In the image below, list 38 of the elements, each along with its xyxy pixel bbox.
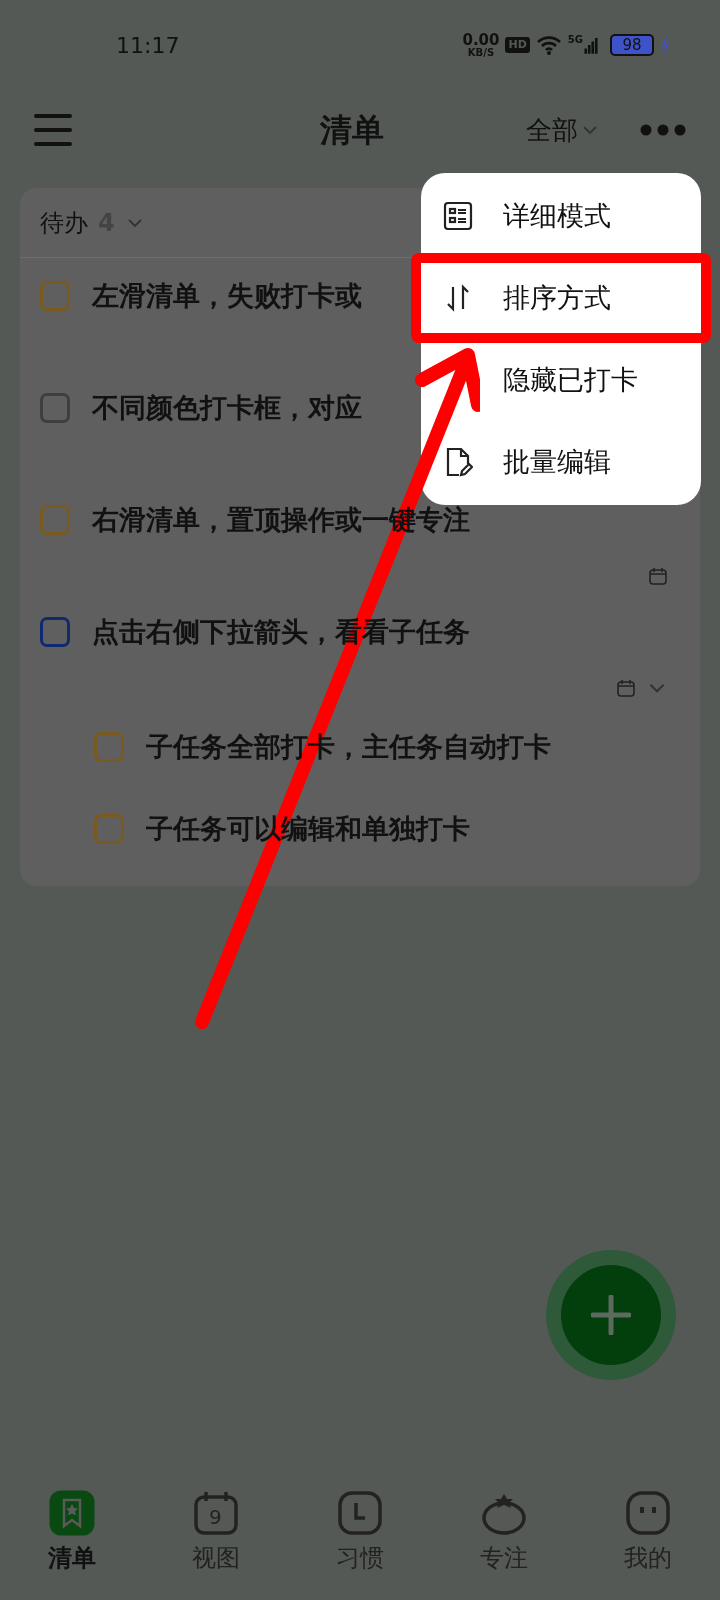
- calendar-icon[interactable]: [648, 566, 668, 586]
- menu-icon[interactable]: [34, 113, 72, 147]
- checkbox[interactable]: [94, 732, 124, 762]
- face-square-icon: [625, 1490, 671, 1536]
- hd-badge: HD: [505, 36, 530, 54]
- network-speed-unit: KB/S: [467, 47, 495, 58]
- battery-indicator: 98: [610, 34, 654, 56]
- menu-item[interactable]: 批量编辑: [421, 421, 701, 503]
- charging-bolt-icon: [660, 35, 670, 55]
- nav-tab[interactable]: 我的: [576, 1490, 720, 1576]
- plus-icon: [591, 1295, 631, 1335]
- list-detail-icon: [443, 201, 473, 231]
- checkbox[interactable]: [40, 281, 70, 311]
- calendar-icon: [193, 1490, 239, 1536]
- menu-item[interactable]: 排序方式: [415, 257, 707, 339]
- task-text: 左滑清单，失败打卡或: [92, 278, 362, 313]
- wifi-icon: [535, 35, 562, 55]
- filter-dropdown[interactable]: 全部: [526, 110, 600, 150]
- nav-tab[interactable]: 习惯: [288, 1490, 432, 1576]
- add-button[interactable]: [561, 1265, 661, 1365]
- more-options-icon[interactable]: [640, 124, 686, 136]
- task-text: 不同颜色打卡框，对应: [92, 390, 362, 425]
- group-title: 待办: [40, 207, 88, 239]
- network-speed: 0.00: [462, 32, 500, 48]
- checkbox[interactable]: [94, 814, 124, 844]
- menu-item[interactable]: 详细模式: [421, 175, 701, 257]
- calendar-day: 9: [209, 1505, 222, 1529]
- nav-tab[interactable]: 清单: [0, 1490, 144, 1576]
- status-time: 11:17: [116, 31, 180, 60]
- clock-icon: [337, 1490, 383, 1536]
- signal-icon: [584, 35, 598, 55]
- checkbox[interactable]: [40, 617, 70, 647]
- calendar-icon[interactable]: [616, 678, 636, 698]
- menu-item[interactable]: 隐藏已打卡: [421, 339, 701, 421]
- checkbox[interactable]: [40, 505, 70, 535]
- checkbox[interactable]: [40, 393, 70, 423]
- network-type: 5G: [567, 35, 583, 45]
- page-title: 清单: [320, 110, 384, 151]
